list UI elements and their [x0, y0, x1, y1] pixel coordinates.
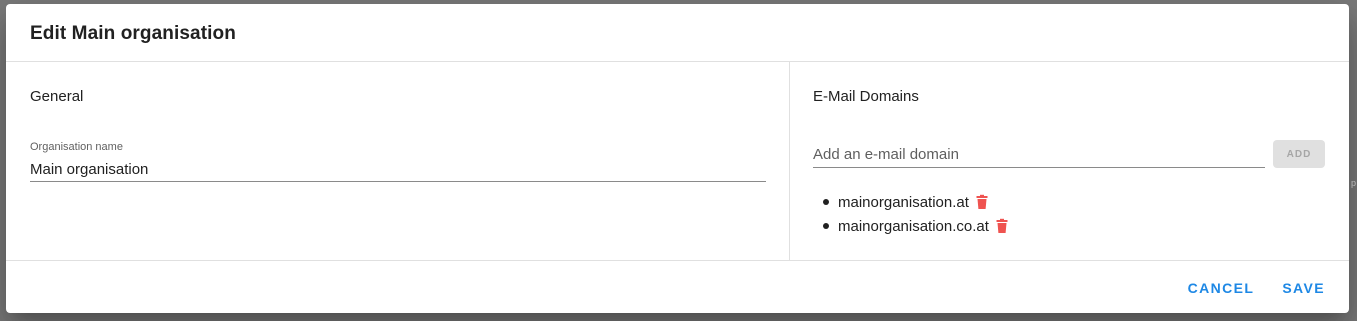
- bullet-icon: [823, 223, 829, 229]
- email-domains-heading: E-Mail Domains: [813, 88, 919, 105]
- header-divider: [6, 61, 1349, 62]
- email-domain-input[interactable]: [813, 141, 1265, 168]
- dialog-title: Edit Main organisation: [30, 23, 236, 44]
- dialog-actions: CANCEL SAVE: [1184, 276, 1329, 300]
- backdrop-edge-text: p: [1351, 178, 1357, 188]
- organisation-name-input[interactable]: [30, 157, 766, 182]
- domain-name: mainorganisation.co.at: [838, 217, 989, 235]
- domain-name: mainorganisation.at: [838, 193, 969, 211]
- trash-icon[interactable]: [974, 194, 990, 210]
- cancel-button[interactable]: CANCEL: [1184, 276, 1259, 300]
- domain-list-item: mainorganisation.at: [813, 190, 1010, 214]
- footer-divider: [6, 260, 1349, 261]
- organisation-name-label: Organisation name: [30, 141, 123, 153]
- save-button[interactable]: SAVE: [1278, 276, 1329, 300]
- column-divider: [789, 62, 790, 260]
- trash-icon[interactable]: [994, 218, 1010, 234]
- add-domain-button[interactable]: ADD: [1273, 140, 1325, 168]
- edit-organisation-dialog: Edit Main organisation General Organisat…: [6, 4, 1349, 313]
- email-domain-list: mainorganisation.at mainorganisation.co.…: [813, 190, 1010, 238]
- bullet-icon: [823, 199, 829, 205]
- general-heading: General: [30, 88, 84, 105]
- domain-list-item: mainorganisation.co.at: [813, 214, 1010, 238]
